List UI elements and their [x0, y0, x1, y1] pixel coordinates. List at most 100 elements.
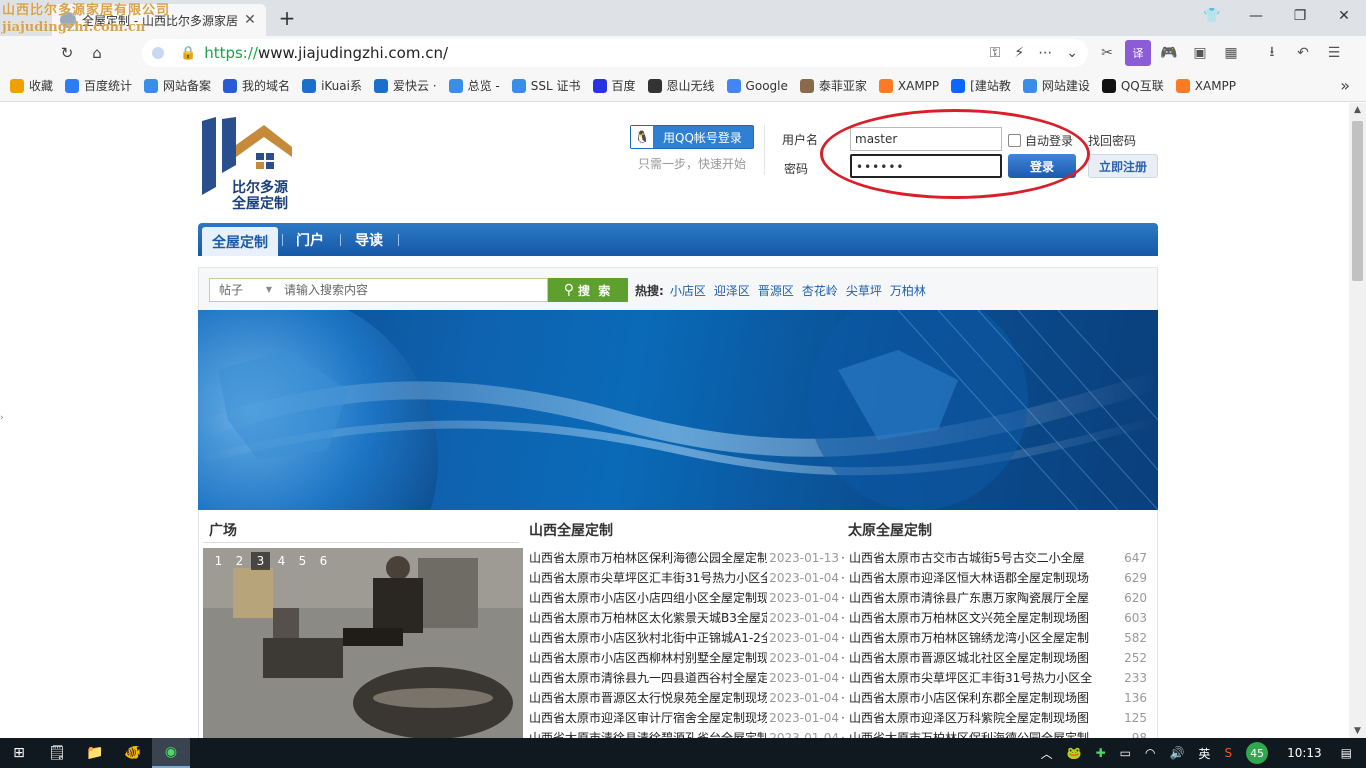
reader-icon[interactable]: ▣	[1187, 40, 1213, 66]
list-item[interactable]: · 山西省太原市万柏林区文兴苑全屋定制现场图 603	[841, 608, 1157, 628]
lightning-icon[interactable]: ⚡	[1014, 45, 1024, 61]
bookmark-item[interactable]: 总览 -	[448, 77, 500, 94]
close-window-button[interactable]: ✕	[1322, 0, 1366, 32]
article-title-link[interactable]: 山西省太原市晋源区太行悦泉苑全屋定制现场	[529, 688, 767, 708]
list-item[interactable]: · 山西省太原市古交市古城街5号古交二小全屋 647	[841, 548, 1157, 568]
bookmark-item[interactable]: 网站建设	[1022, 77, 1090, 94]
reload-icon[interactable]: ↻	[52, 38, 82, 68]
list-item[interactable]: · 山西省太原市万柏林区保利海德公园全屋定制 98	[841, 728, 1157, 738]
bookmarks-more-icon[interactable]: »	[1340, 76, 1350, 95]
list-item[interactable]: · 山西省太原市清徐县广东惠万家陶瓷展厅全屋 620	[841, 588, 1157, 608]
auto-login-checkbox[interactable]	[1008, 134, 1021, 147]
hot-search-link[interactable]: 小店区	[670, 282, 706, 299]
section-title-taiyuan[interactable]: 太原全屋定制	[848, 520, 932, 540]
article-title-link[interactable]: 山西省太原市小店区保利东郡全屋定制现场图	[849, 688, 1097, 708]
url-bar[interactable]: 🔒 https://www.jiajudingzhi.com.cn/ ⚿ ⚡ ⋯…	[142, 39, 1088, 67]
nav-item-portal[interactable]: 门户	[296, 223, 324, 256]
volume-icon[interactable]: 🔊	[1169, 746, 1184, 760]
chevron-down-icon[interactable]: ⌄	[1066, 45, 1078, 61]
site-logo[interactable]: 比尔多源 全屋定制	[202, 117, 302, 213]
side-panel-handle[interactable]: ›	[0, 413, 4, 423]
list-item[interactable]: 山西省太原市小店区西柳林村别墅全屋定制现 2023-01-04	[529, 648, 839, 668]
battery-icon[interactable]: ▭	[1120, 746, 1131, 760]
slide-dot[interactable]: 3	[251, 552, 270, 570]
article-title-link[interactable]: 山西省太原市小店区狄村北街中正锦城A1-2全	[529, 628, 767, 648]
bookmark-item[interactable]: 泰菲亚家	[799, 77, 867, 94]
list-item[interactable]: · 山西省太原市尖草坪区汇丰街31号热力小区全 233	[841, 668, 1157, 688]
tab-close-icon[interactable]: ✕	[242, 12, 258, 28]
ime-indicator[interactable]: 英	[1198, 745, 1210, 762]
nav-item-guide[interactable]: 导读	[355, 223, 383, 256]
bookmark-item[interactable]: XAMPP	[878, 78, 939, 93]
list-item[interactable]: 山西省太原市小店区狄村北街中正锦城A1-2全 2023-01-04	[529, 628, 839, 648]
page-scrollbar[interactable]: ▲ ▼	[1349, 103, 1366, 738]
bookmark-item[interactable]: 网站备案	[144, 77, 211, 94]
undo-icon[interactable]: ↶	[1290, 40, 1316, 66]
bookmark-item[interactable]: iKuai系	[302, 77, 362, 94]
hot-search-link[interactable]: 万柏林	[890, 282, 926, 299]
hot-search-link[interactable]: 迎泽区	[714, 282, 750, 299]
register-button[interactable]: 立即注册	[1088, 154, 1158, 178]
site-info-icon[interactable]	[152, 47, 164, 59]
more-dots-icon[interactable]: ⋯	[1038, 45, 1052, 61]
bookmark-item[interactable]: QQ互联	[1101, 77, 1164, 94]
list-item[interactable]: · 山西省太原市小店区保利东郡全屋定制现场图 136	[841, 688, 1157, 708]
tshirt-skin-icon[interactable]: 👕	[1190, 0, 1234, 32]
list-item[interactable]: 山西省太原市万柏林区保利海德公园全屋定制 2023-01-13	[529, 548, 839, 568]
slide-dot[interactable]: 6	[314, 552, 333, 570]
section-title-shanxi[interactable]: 山西全屋定制	[529, 520, 613, 540]
tray-green-icon[interactable]: ✚	[1096, 746, 1106, 760]
article-title-link[interactable]: 山西省太原市万柏林区保利海德公园全屋定制	[529, 548, 767, 568]
plaza-slideshow[interactable]: 123456	[203, 548, 523, 738]
article-title-link[interactable]: 山西省太原市尖草坪区汇丰街31号热力小区全	[849, 668, 1097, 688]
slide-dot[interactable]: 4	[272, 552, 291, 570]
article-title-link[interactable]: 山西省太原市万柏林区锦绣龙湾小区全屋定制	[849, 628, 1097, 648]
list-item[interactable]: 山西省太原市尖草坪区汇丰街31号热力小区全 2023-01-04	[529, 568, 839, 588]
bookmark-item[interactable]: 我的域名	[223, 77, 290, 94]
article-title-link[interactable]: 山西省太原市尖草坪区汇丰街31号热力小区全	[529, 568, 767, 588]
new-tab-button[interactable]: +	[276, 6, 298, 30]
list-item[interactable]: 山西省太原市小店区小店四组小区全屋定制现 2023-01-04	[529, 588, 839, 608]
slide-dot[interactable]: 1	[209, 552, 228, 570]
slide-dot[interactable]: 5	[293, 552, 312, 570]
article-title-link[interactable]: 山西省太原市迎泽区万科紫院全屋定制现场图	[849, 708, 1097, 728]
key-icon[interactable]: ⚿	[990, 45, 1001, 61]
bookmark-item[interactable]: 百度统计	[65, 77, 132, 94]
bookmark-item[interactable]: XAMPP	[1175, 78, 1236, 93]
article-title-link[interactable]: 山西省太原市清徐县广东惠万家陶瓷展厅全屋	[849, 588, 1097, 608]
tray-app-icon[interactable]: 🐸	[1067, 746, 1082, 760]
qq-login-button[interactable]: 🐧 用QQ帐号登录	[630, 125, 754, 149]
password-input[interactable]: ••••••	[850, 154, 1002, 178]
bookmark-item[interactable]: [建站教	[951, 77, 1011, 94]
lock-icon[interactable]: 🔒	[180, 46, 196, 61]
scroll-up-arrow[interactable]: ▲	[1349, 105, 1366, 115]
list-item[interactable]: · 山西省太原市迎泽区恒大林语郡全屋定制现场 629	[841, 568, 1157, 588]
article-title-link[interactable]: 山西省太原市清徐县清徐碧源孔雀台全屋定制	[529, 728, 767, 738]
list-item[interactable]: · 山西省太原市晋源区城北社区全屋定制现场图 252	[841, 648, 1157, 668]
article-title-link[interactable]: 山西省太原市迎泽区审计厅宿舍全屋定制现场	[529, 708, 767, 728]
bookmark-item[interactable]: 百度	[592, 77, 636, 94]
browser-taskbar-icon[interactable]: ◉	[152, 738, 190, 768]
article-title-link[interactable]: 山西省太原市万柏林区文兴苑全屋定制现场图	[849, 608, 1097, 628]
hot-search-link[interactable]: 晋源区	[758, 282, 794, 299]
bookmark-item[interactable]: Google	[726, 78, 788, 93]
security-badge[interactable]: 45	[1246, 742, 1269, 764]
search-input[interactable]: 请输入搜索内容	[278, 278, 548, 302]
article-title-link[interactable]: 山西省太原市万柏林区保利海德公园全屋定制	[849, 728, 1097, 738]
article-title-link[interactable]: 山西省太原市古交市古城街5号古交二小全屋	[849, 548, 1097, 568]
bookmark-item[interactable]: 收藏	[10, 77, 53, 94]
download-icon[interactable]: ⭳	[1259, 40, 1285, 66]
scroll-down-arrow[interactable]: ▼	[1349, 726, 1366, 736]
wifi-icon[interactable]: ◠	[1145, 746, 1155, 760]
list-item[interactable]: · 山西省太原市迎泽区万科紫院全屋定制现场图 125	[841, 708, 1157, 728]
notification-icon[interactable]: ▤	[1341, 746, 1352, 760]
sogou-icon[interactable]: S	[1224, 746, 1232, 760]
article-title-link[interactable]: 山西省太原市万柏林区太化紫景天城B3全屋定	[529, 608, 767, 628]
bookmark-item[interactable]: 爱快云 ·	[373, 77, 437, 94]
translate-icon[interactable]: 译	[1125, 40, 1151, 66]
article-title-link[interactable]: 山西省太原市小店区小店四组小区全屋定制现	[529, 588, 767, 608]
hot-search-link[interactable]: 尖草坪	[846, 282, 882, 299]
clock[interactable]: 10:13	[1287, 746, 1322, 760]
article-title-link[interactable]: 山西省太原市晋源区城北社区全屋定制现场图	[849, 648, 1097, 668]
list-item[interactable]: 山西省太原市清徐县清徐碧源孔雀台全屋定制 2023-01-04	[529, 728, 839, 738]
